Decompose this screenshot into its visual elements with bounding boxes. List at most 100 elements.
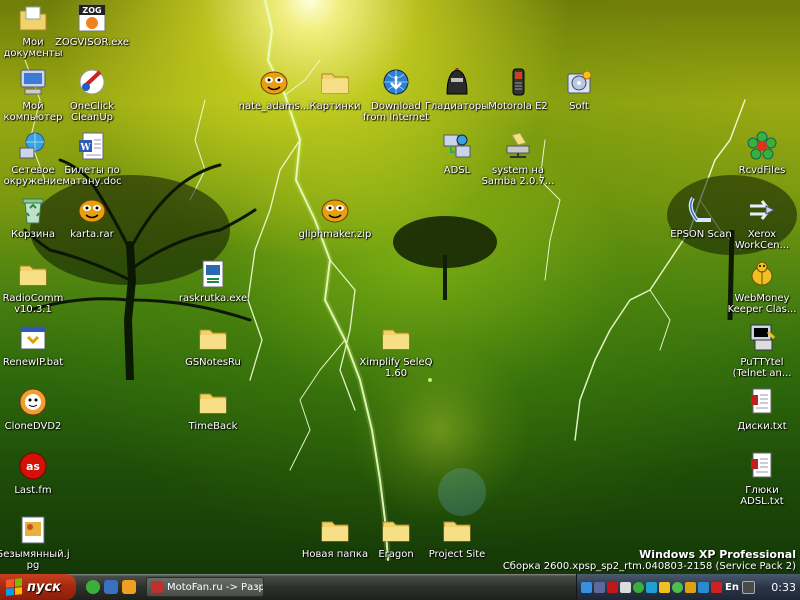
icq-quicklaunch-icon[interactable] [86,580,100,594]
tray-disconnect-icon[interactable] [711,581,722,593]
text-file-icon [746,386,778,418]
svg-text:ZOG: ZOG [82,6,101,15]
adsl-label: ADSL [443,165,471,176]
text-file-icon [746,450,778,482]
browser-quicklaunch-icon[interactable] [122,580,136,594]
desktop-icon-project-site[interactable]: Project Site [419,514,495,560]
folder-icon [319,514,351,546]
glitches-label: Глюки ADSL.txt [740,485,784,507]
language-indicator[interactable]: En [724,582,740,593]
tray-update-icon[interactable] [633,581,644,593]
gsnotes-label: GSNotesRu [185,357,241,368]
taskbar-button-motofan[interactable]: MotoFan.ru -> Разра... [146,577,264,597]
zogvisor-label: ZOGVISOR.exe [55,37,129,48]
windows-edition: Windows XP Professional [639,548,796,561]
tray-messenger-icon[interactable] [698,581,709,593]
scanner-icon [685,194,717,226]
start-label: пуск [27,579,61,595]
clock[interactable]: 0:33 [771,581,796,594]
desktop[interactable]: Мои документы ZOG ZOGVISOR.exe Мой компь… [0,0,800,574]
taskbar: пуск MotoFan.ru -> Разра... En 0:33 [0,574,800,600]
svg-text:W: W [79,143,91,153]
desktop-icon-putty[interactable]: PuTTYtel (Telnet an... [724,322,800,379]
tray-network-icon[interactable] [581,581,592,593]
webmoney-label: WebMoney Keeper Clas... [727,293,797,315]
network-drive-icon [502,130,534,162]
desktop-icon-glitches-txt[interactable]: Глюки ADSL.txt [724,450,800,507]
desktop-icon-xerox[interactable]: Xerox WorkCen... [724,194,800,251]
folder-icon [197,322,229,354]
zogvisor-icon: ZOG [76,2,108,34]
tray-safely-remove-icon[interactable] [741,580,755,594]
smiley-icon [76,194,108,226]
desktop-icon-ximplify[interactable]: Ximplify SeleQ 1.60 [358,322,434,379]
pictures-label: Картинки [309,101,361,112]
clonedvd-icon [17,386,49,418]
folder-icon [380,514,412,546]
gliphmaker-label: gliphmaker.zip [298,229,372,240]
desktop-icon-oneclick[interactable]: OneClick CleanUp [54,66,130,123]
soft-label: Soft [569,101,589,112]
desktop-icon-raskrutka[interactable]: raskrutka.exe [175,258,251,304]
oneclick-cleanup-icon [76,66,108,98]
word-document-icon: W [76,130,108,162]
lastfm-label: Last.fm [14,485,52,496]
ximplify-label: Ximplify SeleQ 1.60 [359,357,433,379]
lastfm-icon: as [17,450,49,482]
tray-monitor-icon[interactable] [594,581,605,593]
untitled-jpg-label: Безымянный.jpg [0,549,70,571]
rcvdfiles-label: RcvdFiles [738,165,786,176]
system-tray: En 0:33 [576,574,800,600]
xerox-arrow-icon [746,194,778,226]
windows-build: Сборка 2600.xpsp_sp2_rtm.040803-2158 (Se… [502,561,796,572]
desktop-icon-untitled-jpg[interactable]: Безымянный.jpg [0,514,71,571]
desktop-icon-disks-txt[interactable]: Диски.txt [724,386,800,432]
taskbar-button-label: MotoFan.ru -> Разра... [167,581,264,593]
desktop-icon-gsnotes[interactable]: GSNotesRu [175,322,251,368]
tray-icq-icon[interactable] [672,581,683,593]
wallpaper-tree-middle [393,216,497,300]
tray-volume-icon[interactable] [620,581,631,593]
cd-folder-icon [563,66,595,98]
desktop-icon-tickets-doc[interactable]: W Билеты по матану.doc [54,130,130,187]
desktop-icon-lastfm[interactable]: as Last.fm [0,450,71,496]
samba-label: system на Samba 2.0.7... [481,165,555,187]
start-button[interactable]: пуск [0,574,76,600]
desktop-icon-radiocomm[interactable]: RadioComm v10.3.1 [0,258,71,315]
mobile-phone-icon [502,66,534,98]
desktop-icon-rcvdfiles[interactable]: RcvdFiles [724,130,800,176]
desktop-icon-timeback[interactable]: TimeBack [175,386,251,432]
radiocomm-label: RadioComm v10.3.1 [2,293,64,315]
desktop-quicklaunch-icon[interactable] [104,580,118,594]
gladiator-helmet-icon [441,66,473,98]
my-documents-icon [17,2,49,34]
desktop-icon-webmoney[interactable]: WebMoney Keeper Clas... [724,258,800,315]
network-places-icon [17,130,49,162]
icq-flower-icon [746,130,778,162]
karta-label: karta.rar [70,229,114,240]
tray-antivirus-icon[interactable] [646,581,657,593]
desktop-icon-renewip[interactable]: RenewIP.bat [0,322,71,368]
folder-icon [197,386,229,418]
oneclick-label: OneClick CleanUp [69,101,115,123]
tray-shield-icon[interactable] [659,581,670,593]
folder-icon [319,66,351,98]
desktop-icon-soft[interactable]: Soft [541,66,617,112]
disks-label: Диски.txt [737,421,787,432]
desktop-icon-clonedvd[interactable]: CloneDVD2 [0,386,71,432]
desktop-icon-zogvisor[interactable]: ZOG ZOGVISOR.exe [54,2,130,48]
desktop-icon-samba[interactable]: system на Samba 2.0.7... [480,130,556,187]
webmoney-bug-icon [746,258,778,290]
quick-launch [86,580,136,594]
folder-icon [380,322,412,354]
svg-text:as: as [26,460,40,473]
tray-ati-icon[interactable] [607,581,618,593]
timeback-label: TimeBack [188,421,238,432]
desktop-icon-gliphmaker[interactable]: gliphmaker.zip [297,194,373,240]
recycle-bin-icon [17,194,49,226]
motorola-label: Motorola E2 [488,101,548,112]
tray-webmoney-icon[interactable] [685,581,696,593]
desktop-icon-karta-rar[interactable]: karta.rar [54,194,130,240]
raskrutka-label: raskrutka.exe [178,293,248,304]
folder-icon [441,514,473,546]
